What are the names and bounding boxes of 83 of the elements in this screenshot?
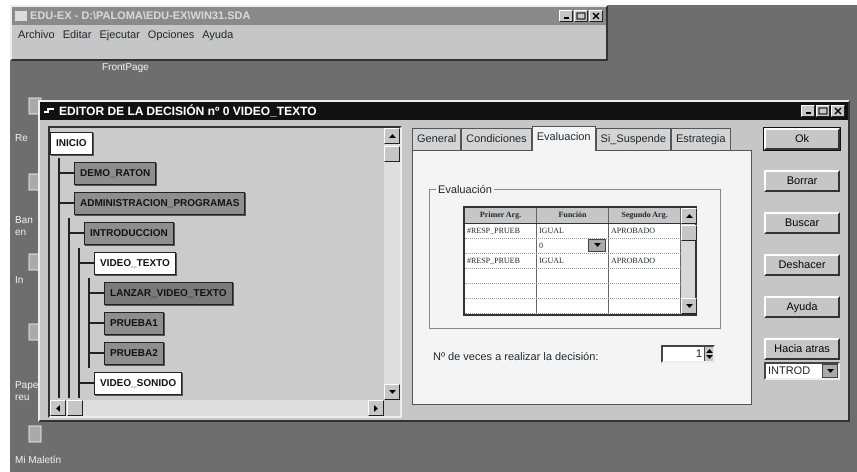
up-arrow-icon	[388, 133, 396, 139]
down-arrow-icon	[388, 389, 396, 395]
table-cell: IGUAL	[537, 254, 609, 268]
down-arrow-icon	[826, 368, 834, 374]
tab[interactable]: Estrategia	[670, 128, 730, 150]
minimize-icon	[806, 112, 810, 114]
window-icon	[43, 106, 55, 116]
minimize-button[interactable]	[801, 105, 815, 117]
scroll-thumb[interactable]	[681, 224, 697, 240]
scroll-down-button[interactable]	[384, 384, 400, 400]
spin-buttons[interactable]	[704, 346, 713, 360]
scroll-left-button[interactable]	[50, 400, 66, 416]
table-cell: #RESP_PRUEB	[465, 254, 537, 268]
tree-node[interactable]: PRUEBA1	[104, 312, 164, 334]
scroll-down-button[interactable]	[681, 298, 697, 314]
cell-value: 0	[539, 240, 543, 252]
combo-box[interactable]: INTROD	[764, 362, 840, 380]
tab[interactable]: Evaluacion	[532, 126, 596, 150]
menu-item[interactable]: Ejecutar	[99, 27, 140, 44]
menu-item[interactable]: Editar	[62, 27, 92, 44]
desktop-icon-label: FrontPage	[102, 62, 149, 74]
menu-item[interactable]: Ayuda	[202, 27, 234, 44]
scroll-up-button[interactable]	[681, 208, 697, 224]
up-arrow-icon	[706, 348, 712, 354]
dialog-button[interactable]: Ayuda	[764, 296, 840, 318]
close-icon	[591, 12, 601, 20]
desktop-icon-label: Re	[15, 133, 28, 145]
left-arrow-icon	[55, 404, 61, 412]
scroll-right-button[interactable]	[368, 400, 384, 416]
menu-item[interactable]: Archivo	[18, 27, 55, 44]
dialog-button[interactable]: Ok	[764, 128, 840, 150]
maximize-button[interactable]	[574, 10, 588, 22]
dialog-button[interactable]: Borrar	[764, 170, 840, 192]
right-arrow-icon	[373, 404, 379, 412]
minimize-button[interactable]	[559, 10, 573, 22]
tab[interactable]: General	[412, 128, 462, 150]
spin-field[interactable]: 1	[661, 344, 715, 362]
tree-node[interactable]: INICIO	[50, 132, 93, 154]
column-header[interactable]: Función	[537, 208, 609, 222]
column-header[interactable]: Primer Arg.	[465, 208, 537, 222]
tree-node[interactable]: PRUEBA2	[104, 342, 164, 364]
close-button[interactable]	[589, 10, 603, 22]
tree-node[interactable]: VIDEO_SONIDO	[94, 372, 182, 394]
down-arrow-icon	[594, 242, 600, 248]
scroll-thumb[interactable]	[67, 400, 83, 416]
desktop-icon-label: Pape reu	[15, 380, 38, 404]
dropdown-button[interactable]	[588, 238, 606, 252]
dialog-button[interactable]: Hacia atras	[764, 338, 840, 360]
desktop-icon-label: Mi Maletín	[15, 455, 62, 467]
table-cell: IGUAL	[537, 224, 609, 238]
close-icon	[833, 106, 843, 115]
tree-node[interactable]: INTRODUCCION	[84, 222, 174, 244]
tree-node[interactable]: ADMINISTRACION_PROGRAMAS	[74, 192, 246, 214]
menu-item[interactable]: Opciones	[148, 27, 194, 44]
maximize-button[interactable]	[816, 105, 830, 117]
desktop-icon-label: In	[15, 275, 24, 287]
tab[interactable]: Si_Suspende	[596, 128, 671, 150]
scroll-up-button[interactable]	[384, 128, 400, 144]
maximize-icon	[818, 106, 828, 115]
table-cell: #RESP_PRUEB	[465, 224, 537, 238]
minimize-icon	[564, 17, 568, 20]
down-arrow-icon	[686, 302, 692, 308]
field-label: Nº de veces a realizar la decisión:	[433, 350, 598, 364]
horizontal-scrollbar[interactable]	[50, 400, 384, 416]
desktop-icon-label: Ban en	[15, 215, 33, 239]
tab[interactable]: Condiciones	[461, 128, 532, 150]
down-arrow-icon	[706, 354, 712, 360]
window-title: EDITOR DE LA DECISIÓN nº 0 VIDEO_TEXTO	[59, 103, 317, 120]
dialog-button[interactable]: Deshacer	[764, 254, 840, 276]
vertical-scrollbar[interactable]	[384, 128, 400, 400]
grid-scrollbar[interactable]	[681, 208, 695, 314]
close-button[interactable]	[831, 105, 845, 117]
dialog-button[interactable]: Buscar	[764, 212, 840, 234]
maximize-icon	[576, 12, 586, 20]
dropdown-button[interactable]	[822, 364, 838, 378]
window-title: EDU-EX - D:\PALOMA\EDU-EX\WIN31.SDA	[30, 8, 250, 24]
column-header[interactable]: Segundo Arg.	[609, 208, 681, 222]
tree-node[interactable]: VIDEO_TEXTO	[94, 252, 176, 274]
scroll-thumb[interactable]	[384, 146, 400, 162]
tree-node[interactable]: DEMO_RATON	[74, 162, 156, 184]
up-arrow-icon	[686, 212, 692, 218]
tree-node[interactable]: LANZAR_VIDEO_TEXTO	[104, 282, 232, 304]
app-icon	[15, 11, 27, 21]
